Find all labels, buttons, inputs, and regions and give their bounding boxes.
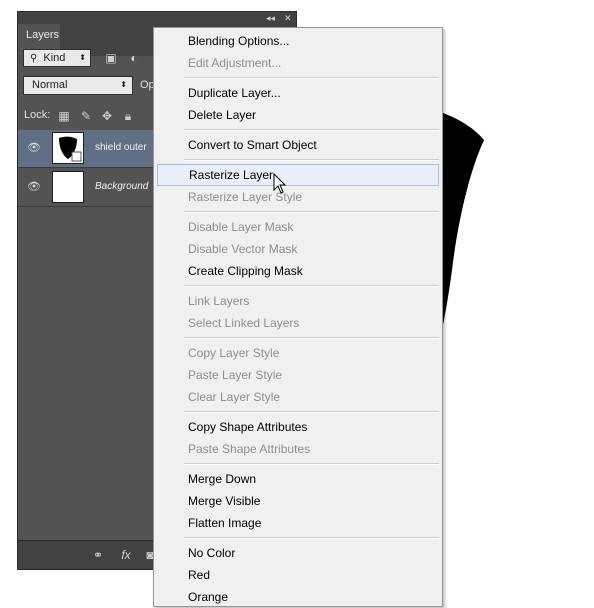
lock-position-icon[interactable]: ✥ [99, 108, 115, 124]
menu-item-create-clipping-mask[interactable]: Create Clipping Mask [154, 260, 442, 282]
menu-separator [184, 77, 439, 79]
menu-separator [184, 285, 439, 287]
menu-item-link-layers[interactable]: Link Layers [154, 290, 442, 312]
menu-item-select-linked-layers[interactable]: Select Linked Layers [154, 312, 442, 334]
menu-item-delete-layer[interactable]: Delete Layer [154, 104, 442, 126]
menu-item-merge-visible[interactable]: Merge Visible [154, 490, 442, 512]
menu-separator [184, 537, 439, 539]
menu-separator [184, 211, 439, 213]
visibility-eye-icon[interactable]: 👁︎ [26, 180, 42, 194]
layer-thumbnail [52, 132, 84, 164]
layer-context-menu: Blending Options... Edit Adjustment... D… [153, 27, 443, 607]
lock-transparent-icon[interactable]: ▦ [56, 108, 72, 124]
menu-item-disable-layer-mask[interactable]: Disable Layer Mask [154, 216, 442, 238]
search-icon: ⚲ [30, 53, 38, 64]
blend-mode-value: Normal [32, 79, 68, 91]
link-layers-icon[interactable]: ⚭ [90, 547, 106, 563]
blend-mode-dropdown[interactable]: Normal ⬍ [23, 76, 133, 95]
menu-item-no-color[interactable]: No Color [154, 542, 442, 564]
lock-image-brush-icon[interactable]: ✎ [78, 108, 94, 124]
fx-icon[interactable]: fx [118, 547, 134, 563]
mouse-pointer-icon [273, 173, 287, 194]
menu-item-orange[interactable]: Orange [154, 586, 442, 608]
menu-separator [184, 337, 439, 339]
filter-kind-label: Kind [43, 52, 66, 64]
collapse-panel-icon[interactable]: ◂◂ [266, 12, 275, 24]
layer-name: shield outer [95, 142, 147, 153]
lock-all-icon[interactable]: 🔒︎ [120, 108, 136, 124]
menu-item-red[interactable]: Red [154, 564, 442, 586]
menu-item-disable-vector-mask[interactable]: Disable Vector Mask [154, 238, 442, 260]
menu-item-clear-layer-style[interactable]: Clear Layer Style [154, 386, 442, 408]
menu-item-merge-down[interactable]: Merge Down [154, 468, 442, 490]
filter-kind-dropdown[interactable]: ⚲ Kind ⬍ [23, 49, 91, 67]
menu-separator [184, 159, 439, 161]
filter-pixel-icon[interactable]: ▣ [103, 50, 119, 66]
menu-separator [184, 129, 439, 131]
menu-item-copy-layer-style[interactable]: Copy Layer Style [154, 342, 442, 364]
menu-item-duplicate-layer[interactable]: Duplicate Layer... [154, 82, 442, 104]
layer-name: Background [95, 181, 149, 192]
layer-thumbnail [52, 171, 84, 203]
menu-item-edit-adjustment[interactable]: Edit Adjustment... [154, 52, 442, 74]
menu-item-paste-shape-attributes[interactable]: Paste Shape Attributes [154, 438, 442, 460]
panel-title-bar: ◂◂ ✕ [18, 12, 296, 24]
menu-item-copy-shape-attributes[interactable]: Copy Shape Attributes [154, 416, 442, 438]
lock-label: Lock: [24, 109, 51, 121]
menu-separator [184, 411, 439, 413]
menu-separator [184, 463, 439, 465]
menu-item-paste-layer-style[interactable]: Paste Layer Style [154, 364, 442, 386]
menu-item-flatten-image[interactable]: Flatten Image [154, 512, 442, 534]
close-panel-icon[interactable]: ✕ [284, 12, 292, 24]
dropdown-arrows-icon: ⬍ [79, 53, 86, 62]
shield-thumbnail-icon [59, 136, 82, 162]
menu-item-convert-smart-object[interactable]: Convert to Smart Object [154, 134, 442, 156]
menu-item-blending-options[interactable]: Blending Options... [154, 30, 442, 52]
menu-item-rasterize-layer-style[interactable]: Rasterize Layer Style [154, 186, 442, 208]
menu-item-rasterize-layer[interactable]: Rasterize Layer [157, 164, 439, 186]
dropdown-arrows-icon: ⬍ [120, 80, 127, 89]
visibility-eye-icon[interactable]: 👁︎ [26, 141, 42, 155]
filter-adjustment-icon[interactable]: ◐ [126, 50, 142, 66]
